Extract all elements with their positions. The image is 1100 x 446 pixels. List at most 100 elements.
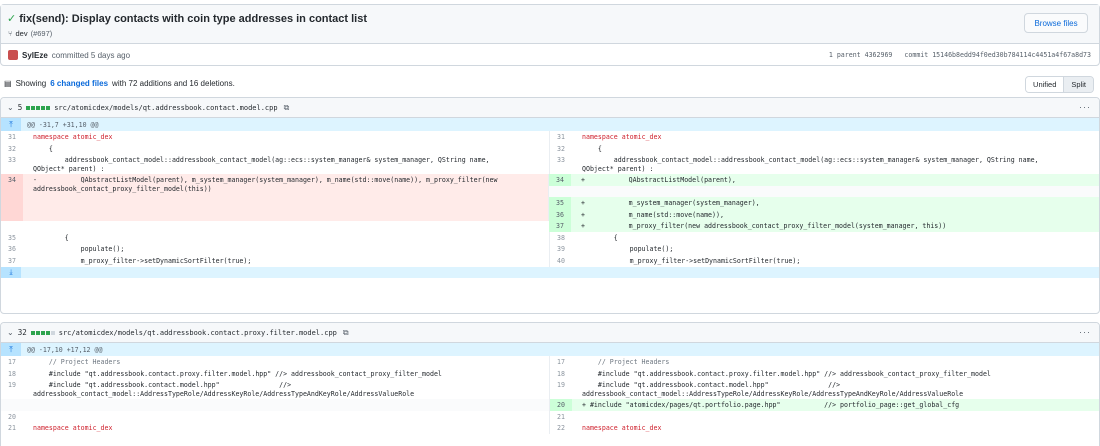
file-diff: ⌄ 5 src/atomicdex/models/qt.addressbook.… [0, 97, 1100, 314]
diff-count: 32 [17, 328, 27, 337]
added-line: + m_system_manager(system_manager), [581, 198, 760, 207]
chevron-down-icon[interactable]: ⌄ [7, 103, 14, 112]
line-number[interactable]: 37 [1, 255, 23, 267]
diff-summary: ▤ Showing 6 changed files with 72 additi… [4, 79, 235, 88]
diff-row: 35 { 38 { [1, 231, 1099, 244]
line-number[interactable]: 39 [550, 243, 572, 255]
copy-icon[interactable]: ⧉ [343, 328, 349, 338]
unified-view-button[interactable]: Unified [1026, 77, 1065, 92]
line-number[interactable]: 19 [1, 379, 23, 399]
file-header: ⌄ 5 src/atomicdex/models/qt.addressbook.… [1, 98, 1099, 118]
unfold-icon[interactable]: ⤒ [1, 118, 21, 131]
line-number[interactable]: 21 [550, 411, 572, 422]
diff-row: 19 #include "qt.addressbook.contact.mode… [1, 379, 1099, 400]
code-line: m_proxy_filter->setDynamicSortFilter(tru… [582, 256, 801, 265]
code-line: m_proxy_filter->setDynamicSortFilter(tru… [33, 256, 252, 265]
line-number[interactable]: 22 [550, 422, 572, 434]
summary-prefix: Showing [15, 79, 47, 88]
pr-link[interactable]: (#697) [31, 29, 53, 38]
kebab-horizontal-icon[interactable]: ··· [1079, 327, 1091, 337]
code-line: namespace atomic_dex [33, 133, 113, 141]
code-line: // Project Headers [582, 358, 670, 366]
diff-view-toggle: Unified Split [1025, 76, 1094, 93]
split-view-button[interactable]: Split [1064, 77, 1093, 92]
line-number[interactable]: 32 [1, 143, 23, 155]
copy-icon[interactable]: ⧉ [284, 103, 290, 113]
line-number[interactable]: 34 [1, 174, 23, 222]
changed-files-link[interactable]: 6 changed files [50, 79, 108, 88]
line-number[interactable]: 36 [549, 208, 571, 221]
kebab-horizontal-icon[interactable]: ··· [1079, 102, 1091, 112]
parent-link[interactable]: 1 parent 4362969 [829, 51, 893, 59]
branch-name[interactable]: dev [16, 29, 28, 38]
line-number[interactable]: 21 [1, 422, 23, 434]
code-line: { [33, 233, 69, 242]
line-number[interactable]: 31 [550, 131, 572, 143]
line-number[interactable]: 37 [549, 220, 571, 232]
unfold-icon[interactable]: ⤓ [1, 266, 21, 278]
code-line: { [582, 233, 618, 242]
code-line: addressbook_contact_model::addressbook_c… [33, 156, 490, 173]
line-number[interactable]: 18 [550, 368, 572, 380]
code-line: namespace atomic_dex [33, 423, 113, 432]
author-info: SylEze committed 5 days ago [8, 50, 130, 60]
line-number[interactable]: 33 [550, 154, 572, 174]
code-line: namespace atomic_dex [582, 423, 662, 432]
git-branch-icon: ⑂ [8, 29, 13, 38]
commit-header: ✓ fix(send): Display contacts with coin … [0, 4, 1100, 66]
diff-row: 37 m_proxy_filter->setDynamicSortFilter(… [1, 254, 1099, 267]
line-number[interactable]: 32 [550, 143, 572, 155]
added-line: + m_proxy_filter(new addressbook_contact… [581, 222, 947, 231]
file-diff: ⌄ 32 src/atomicdex/models/qt.addressbook… [0, 322, 1100, 446]
line-number[interactable]: 19 [550, 379, 572, 399]
diff-body: 17 // Project Headers 17 // Project Head… [1, 356, 1099, 434]
check-icon: ✓ [7, 13, 17, 25]
line-number[interactable]: 36 [1, 243, 23, 255]
file-diff-icon: ▤ [4, 79, 12, 88]
unfold-icon[interactable]: ⤒ [1, 343, 21, 356]
file-path[interactable]: src/atomicdex/models/qt.addressbook.cont… [59, 329, 337, 337]
diff-count: 5 [17, 103, 23, 112]
line-number[interactable]: 31 [1, 131, 23, 143]
line-number[interactable]: 33 [1, 154, 23, 174]
code-line: addressbook_contact_model::addressbook_c… [582, 156, 1039, 173]
commit-sha: commit 15146b8edd94f0ed30b784114c4451a4f… [904, 51, 1091, 59]
author-name[interactable]: SylEze [22, 51, 48, 60]
line-number[interactable]: 18 [1, 368, 23, 380]
code-line: // Project Headers [33, 358, 121, 366]
diff-row: 20 21 [1, 410, 1099, 422]
diff-row: 32 { 32 { [1, 142, 1099, 155]
hunk-range: @@ -31,7 +31,10 @@ [27, 120, 99, 129]
diff-row: 33 addressbook_contact_model::addressboo… [1, 154, 1099, 175]
avatar[interactable] [8, 50, 18, 60]
file-path[interactable]: src/atomicdex/models/qt.addressbook.cont… [54, 104, 277, 112]
line-number[interactable]: 35 [549, 196, 571, 209]
line-number[interactable]: 20 [550, 399, 572, 411]
line-number[interactable]: 38 [550, 232, 572, 244]
diff-row: 34 - QAbstractListModel(parent), m_system… [1, 174, 1099, 232]
diff-row: 18 #include "qt.addressbook.contact.prox… [1, 367, 1099, 380]
commit-meta-bar: SylEze committed 5 days ago 1 parent 436… [1, 44, 1099, 66]
branch-info: ⑂ dev (#697) [8, 29, 52, 38]
code-line: #include "qt.addressbook.contact.model.h… [582, 381, 964, 398]
code-line: #include "qt.addressbook.contact.model.h… [33, 381, 415, 398]
browse-files-button[interactable]: Browse files [1024, 13, 1088, 33]
chevron-down-icon[interactable]: ⌄ [7, 328, 14, 337]
line-number[interactable]: 40 [550, 255, 572, 267]
diff-row: 17 // Project Headers 17 // Project Head… [1, 356, 1099, 368]
code-line: namespace atomic_dex [582, 133, 662, 141]
deleted-line: - QAbstractListModel(parent), m_system_m… [33, 176, 498, 193]
line-number[interactable]: 34 [549, 174, 571, 186]
added-line: + #include "atomicdex/pages/qt.portfolio… [582, 401, 960, 410]
file-header: ⌄ 32 src/atomicdex/models/qt.addressbook… [1, 323, 1099, 343]
hunk-header: ⤒ @@ -31,7 +31,10 @@ [1, 118, 1099, 131]
hunk-header: ⤒ @@ -17,10 +17,12 @@ [1, 343, 1099, 356]
line-number[interactable]: 17 [550, 356, 572, 368]
line-number[interactable]: 35 [1, 232, 23, 244]
line-number[interactable]: 17 [1, 356, 23, 368]
line-number[interactable]: 20 [1, 411, 23, 422]
hunk-range: @@ -17,10 +17,12 @@ [27, 345, 103, 354]
committed-time: committed 5 days ago [51, 50, 131, 60]
code-line: { [582, 144, 602, 153]
